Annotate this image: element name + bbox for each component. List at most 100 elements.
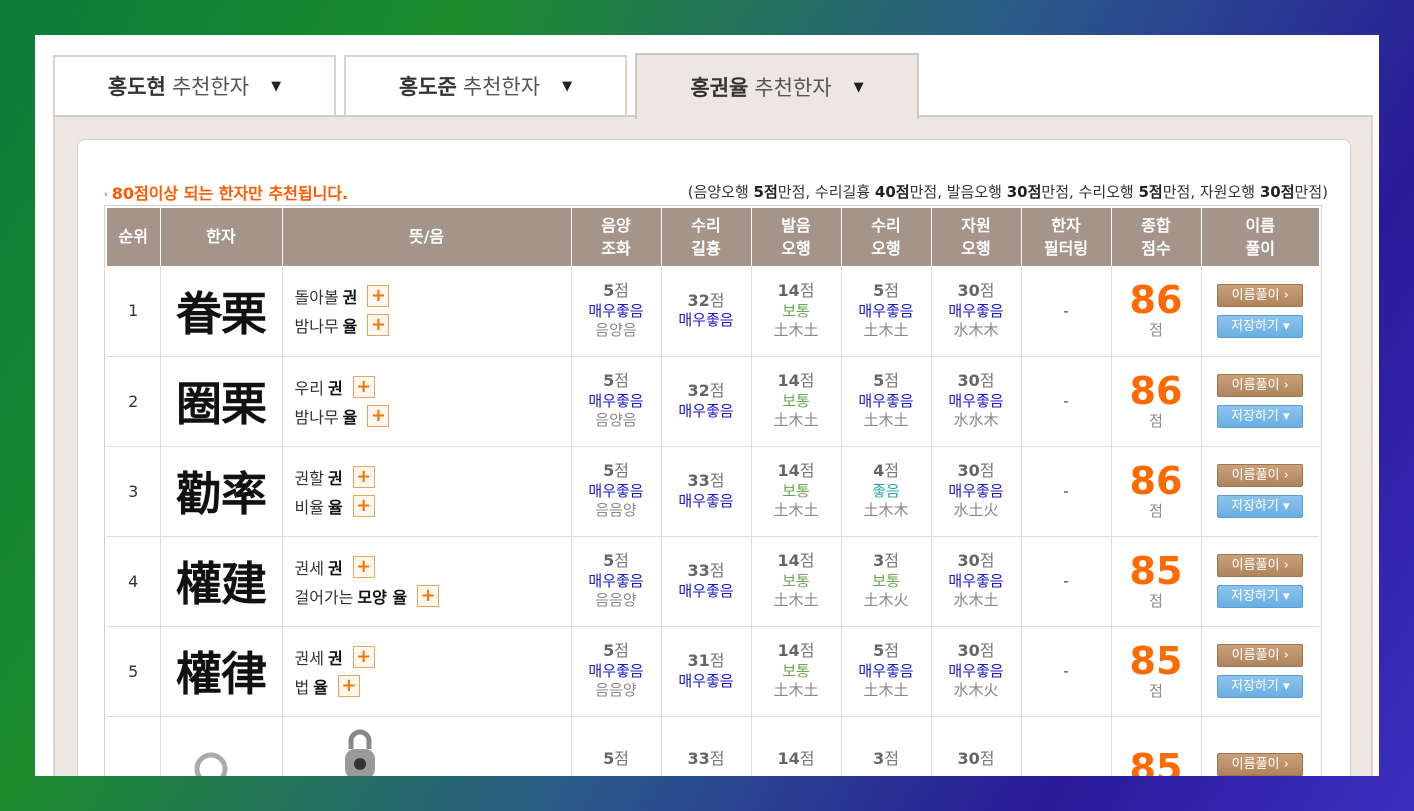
add-hanja-button[interactable]: + — [337, 674, 360, 697]
grade-label: 매우좋음 — [948, 391, 1004, 410]
grade-label: 매우좋음 — [948, 481, 1004, 500]
content-box: › 80점이상 되는 한자만 추천됩니다. (음양오행 5점만점, 수리길흉 40… — [77, 139, 1351, 776]
tab-suffix: 추천한자 — [171, 75, 250, 99]
element-label: 土木土 — [773, 501, 819, 520]
lock-icon — [344, 729, 375, 776]
page-frame: 홍도현 추천한자 ▼ 홍도준 추천한자 ▼ 홍권율 추천한자 ▼ › 80점이상 … — [35, 35, 1379, 776]
grade-label: 매우좋음 — [678, 311, 734, 330]
score-yy: 5점 매우좋음 음음양 — [571, 446, 662, 537]
element-label: 음양음 — [595, 411, 637, 430]
table-row: 1 眷栗 돌아볼 권 + 밤나무 율 +5점 매우좋음 음양음 32점 매우좋음 14점 보통 土木土 5점 매… — [107, 266, 1319, 357]
grade-label: 매우좋음 — [588, 481, 644, 500]
add-hanja-button[interactable]: + — [352, 494, 375, 517]
tab-honggwonyul[interactable]: 홍권율 추천한자 ▼ — [635, 53, 919, 119]
element-label: 土木土 — [773, 411, 819, 430]
meaning-cell: 권세 권 + 걸어가는 모양 율 + — [282, 536, 572, 627]
rank-cell: 2 — [107, 356, 161, 447]
score-sr: 32점 매우좋음 — [661, 356, 752, 447]
grade-label: 보통 — [872, 571, 900, 590]
filter-cell: - — [1021, 536, 1112, 627]
score-yy: 5점 매우좋음 음양음 — [571, 266, 662, 357]
score-bo: 14점 보통 土木土 — [751, 446, 842, 537]
add-hanja-button[interactable]: + — [367, 285, 390, 308]
notice-text: › 80점이상 되는 한자만 추천됩니다. — [104, 180, 348, 204]
save-button[interactable]: 저장하기 ▾ — [1217, 675, 1304, 698]
header-rank: 순위 — [107, 208, 161, 266]
score-so: 5점 매우좋음 土木土 — [841, 266, 932, 357]
name-interpretation-button[interactable]: 이름풀이 › — [1217, 464, 1304, 487]
element-label: 水木木 — [953, 321, 999, 340]
score-jw: 30점 매우좋음 水水木 — [931, 356, 1022, 447]
element-label: 음음양 — [595, 681, 637, 700]
grade-label: 보통 — [782, 571, 810, 590]
score-sr: 33점 매우좋음 — [661, 536, 752, 627]
save-button[interactable]: 저장하기 ▾ — [1217, 585, 1304, 608]
score-bo: 14점 보통 土木土 — [751, 536, 842, 627]
save-button[interactable]: 저장하기 ▾ — [1217, 495, 1304, 518]
name-interpretation-button[interactable]: 이름풀이 › — [1217, 752, 1304, 776]
arrow-icon: › — [104, 190, 108, 200]
grade-label: 매우좋음 — [588, 301, 644, 320]
header-yinyang: 음양 조화 — [571, 208, 662, 266]
element-label: 土木土 — [863, 411, 909, 430]
header-balum: 발음 오행 — [751, 208, 842, 266]
filter-cell: - — [1021, 266, 1112, 357]
caret-down-icon: ▼ — [562, 78, 573, 94]
meaning-cell: 권할 권 + 비율 율 + — [282, 446, 572, 537]
element-label: 土木土 — [863, 681, 909, 700]
filter-cell: - — [1021, 626, 1112, 717]
grade-label: 매우좋음 — [678, 491, 734, 510]
action-cell: 이름풀이 › 저장하기 ▾ — [1201, 626, 1319, 717]
score-bo: 14점 보통 土木土 — [751, 356, 842, 447]
header-suri: 수리 길흉 — [661, 208, 752, 266]
score-sr_n: 33점 — [661, 716, 752, 776]
element-label: 土木土 — [773, 321, 819, 340]
score-yy: 5점 매우좋음 음음양 — [571, 626, 662, 717]
grade-label: 매우좋음 — [948, 661, 1004, 680]
score-bo: 14점 보통 土木土 — [751, 626, 842, 717]
add-hanja-button[interactable]: + — [352, 645, 375, 668]
tab-name: 홍도현 — [107, 75, 166, 99]
element-label: 水土火 — [953, 501, 999, 520]
action-cell: 이름풀이 › 저장하기 ▾ — [1201, 266, 1319, 357]
tab-hongdojun[interactable]: 홍도준 추천한자 ▼ — [344, 55, 627, 117]
table-row: 4 權建 권세 권 + 걸어가는 모양 율 +5점 매우좋음 음음양 33점 매우좋음 14점 보통 土木土… — [107, 536, 1319, 627]
element-label: 土木木 — [863, 501, 909, 520]
grade-label: 보통 — [782, 391, 810, 410]
add-hanja-button[interactable]: + — [352, 375, 375, 398]
caret-down-icon: ▼ — [853, 79, 864, 95]
hanja-cell: 圈栗 — [160, 356, 283, 447]
hanja-cell: 權律 — [160, 626, 283, 717]
score-yy: 5점 매우좋음 음음양 — [571, 536, 662, 627]
add-hanja-button[interactable]: + — [367, 404, 390, 427]
tab-bar: 홍도현 추천한자 ▼ 홍도준 추천한자 ▼ 홍권율 추천한자 ▼ — [53, 53, 1373, 119]
name-interpretation-button[interactable]: 이름풀이 › — [1217, 644, 1304, 667]
rank-cell: 4 — [107, 536, 161, 627]
grade-label: 보통 — [782, 661, 810, 680]
grade-label: 매우좋음 — [678, 581, 734, 600]
notice-label: 80점이상 되는 한자만 추천됩니다. — [111, 184, 349, 203]
header-filter: 한자 필터링 — [1021, 208, 1112, 266]
hanja-cell: 勸率 — [160, 446, 283, 537]
add-hanja-button[interactable]: + — [367, 314, 390, 337]
add-hanja-button[interactable]: + — [417, 584, 440, 607]
score-sr: 32점 매우좋음 — [661, 266, 752, 357]
add-hanja-button[interactable]: + — [352, 465, 375, 488]
filter-cell: - — [1021, 356, 1112, 447]
tab-hongdohyeon[interactable]: 홍도현 추천한자 ▼ — [53, 55, 336, 117]
add-hanja-button[interactable]: + — [352, 555, 375, 578]
name-interpretation-button[interactable]: 이름풀이 › — [1217, 283, 1304, 307]
save-button[interactable]: 저장하기 ▾ — [1217, 405, 1304, 428]
save-button[interactable]: 저장하기 ▾ — [1217, 314, 1304, 338]
rank-cell: 5 — [107, 626, 161, 717]
meaning-cell: 우리 권 + 밤나무 율 + — [282, 356, 572, 447]
element-label: 土木土 — [773, 591, 819, 610]
action-cell: 이름풀이 › — [1201, 716, 1319, 776]
action-cell: 이름풀이 › 저장하기 ▾ — [1201, 446, 1319, 537]
name-interpretation-button[interactable]: 이름풀이 › — [1217, 374, 1304, 397]
table-row: 5점 33점 14점 3점 30점 85 이름풀이 › — [107, 716, 1319, 776]
name-interpretation-button[interactable]: 이름풀이 › — [1217, 554, 1304, 577]
table-row: 5 權律 권세 권 + 법 율 +5점 매우좋음 음음양 31점 매우좋음 14점 보통 土木土 5점 매우좋음… — [107, 626, 1319, 717]
rank-cell: 1 — [107, 266, 161, 357]
element-label: 음음양 — [595, 591, 637, 610]
